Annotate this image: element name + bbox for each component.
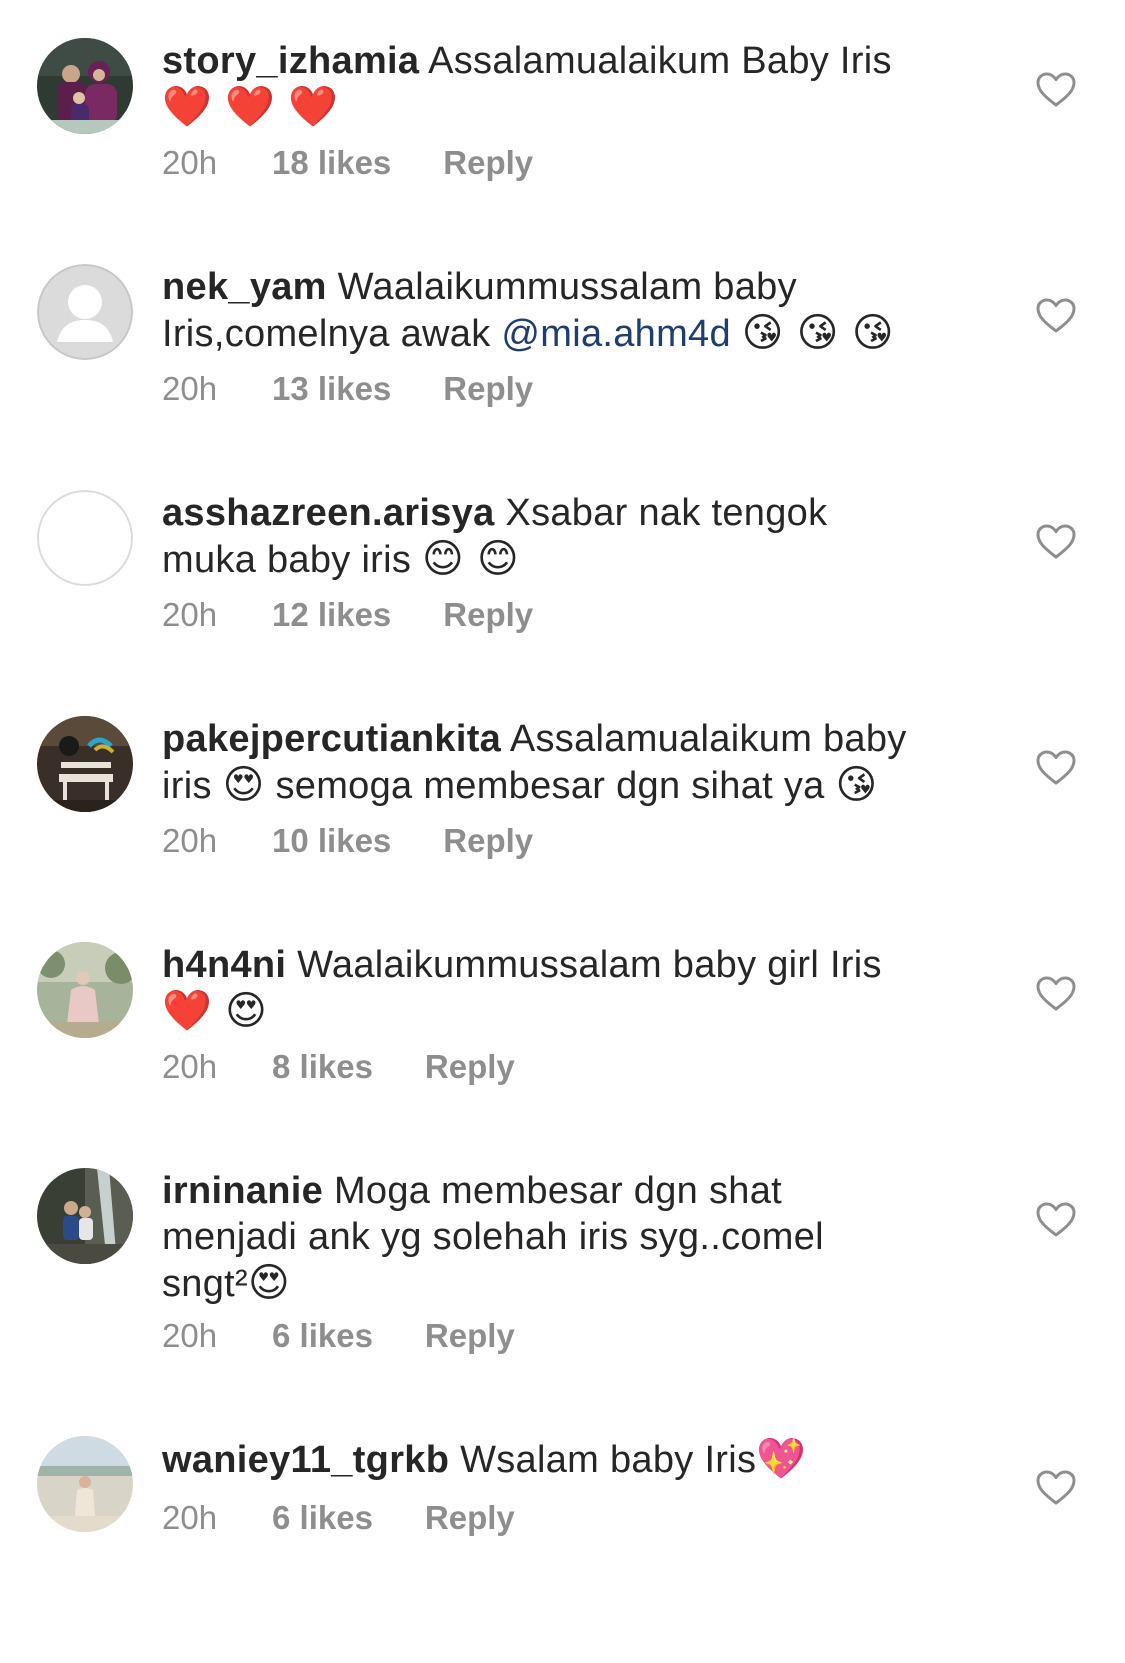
reply-button[interactable]: Reply	[443, 143, 533, 183]
comment-time: 20h	[162, 1499, 218, 1536]
comment-body: Waalaikummussalam baby girl Iris	[297, 944, 882, 986]
reply-button[interactable]: Reply	[443, 595, 533, 635]
comment-time: 20h	[162, 144, 218, 181]
comment-emoji: 😍	[247, 1260, 290, 1306]
avatar[interactable]	[37, 264, 133, 360]
comment-username[interactable]: waniey11_tgrkb	[162, 1439, 449, 1481]
comment-body: Xsabar nak tengok	[505, 492, 828, 534]
like-heart-icon[interactable]	[1036, 750, 1076, 786]
comment-username[interactable]: h4n4ni	[162, 944, 286, 986]
comment-username[interactable]: asshazreen.arisya	[162, 492, 495, 534]
comment-emoji: 💖	[756, 1436, 807, 1482]
comment-emoji: ❤️ ❤️ ❤️	[162, 84, 339, 130]
reply-button[interactable]: Reply	[425, 1498, 515, 1538]
comment-time: 20h	[162, 596, 218, 633]
comment-text: irninanie Moga membesar dgn shat menjadi…	[162, 1168, 972, 1307]
reply-button[interactable]: Reply	[443, 821, 533, 861]
comment-time: 20h	[162, 822, 218, 859]
reply-button[interactable]: Reply	[443, 369, 533, 409]
comment-meta: 20h 6 likes Reply	[162, 1498, 515, 1538]
avatar[interactable]	[37, 38, 133, 134]
mention-link[interactable]: @mia.ahm4d	[501, 313, 731, 355]
user-silhouette-icon	[37, 264, 133, 360]
comment-body: Wsalam baby Iris	[460, 1439, 757, 1481]
comment-meta: 20h 12 likes Reply	[162, 595, 533, 635]
comment-body-line3: sngt²	[162, 1263, 248, 1305]
comment-emoji: 😘 😘 😘	[741, 310, 894, 356]
comment-likes[interactable]: 12 likes	[272, 595, 391, 635]
comment-body: Waalaikummussalam baby	[337, 266, 797, 308]
comment-username[interactable]: pakejpercutiankita	[162, 718, 501, 760]
comment-meta: 20h 13 likes Reply	[162, 369, 533, 409]
comment-likes[interactable]: 8 likes	[272, 1047, 373, 1087]
comment-body-line2b: semoga membesar dgn sihat ya	[275, 765, 825, 807]
comment-body: Assalamualaikum baby	[509, 718, 907, 760]
comment-body: Moga membesar dgn shat	[333, 1170, 782, 1212]
like-heart-icon[interactable]	[1036, 1202, 1076, 1238]
like-heart-icon[interactable]	[1036, 1470, 1076, 1506]
comment-username[interactable]: nek_yam	[162, 266, 327, 308]
avatar[interactable]	[37, 1168, 133, 1264]
comment-likes[interactable]: 13 likes	[272, 369, 391, 409]
like-heart-icon[interactable]	[1036, 298, 1076, 334]
comment-emoji: 😘	[835, 762, 878, 808]
comment-likes[interactable]: 6 likes	[272, 1498, 373, 1538]
comment-text: h4n4ni Waalaikummussalam baby girl Iris …	[162, 942, 972, 1035]
reply-button[interactable]: Reply	[425, 1316, 515, 1356]
comment-time: 20h	[162, 370, 218, 407]
comment-text: pakejpercutiankita Assalamualaikum baby …	[162, 716, 972, 809]
comment-emoji: ❤️ 😍	[162, 988, 268, 1034]
avatar[interactable]	[37, 490, 133, 586]
comment-body-line2: Iris,comelnya awak	[162, 313, 491, 355]
comment-likes[interactable]: 18 likes	[272, 143, 391, 183]
comment-time: 20h	[162, 1317, 218, 1354]
comment-text: waniey11_tgrkb Wsalam baby Iris💖	[162, 1436, 972, 1483]
comment-meta: 20h 18 likes Reply	[162, 143, 533, 183]
comment-text: nek_yam Waalaikummussalam baby Iris,come…	[162, 264, 972, 357]
comment-text: story_izhamia Assalamualaikum Baby Iris …	[162, 38, 972, 131]
comment-likes[interactable]: 10 likes	[272, 821, 391, 861]
like-heart-icon[interactable]	[1036, 524, 1076, 560]
comment-username[interactable]: story_izhamia	[162, 40, 419, 82]
comment-time: 20h	[162, 1048, 218, 1085]
comment-body-line2: muka baby iris	[162, 539, 412, 581]
comment-body: Assalamualaikum Baby Iris	[428, 40, 892, 82]
comment-body-line2: menjadi ank yg solehah iris syg..comel	[162, 1216, 824, 1258]
avatar[interactable]	[37, 1436, 133, 1532]
comment-meta: 20h 8 likes Reply	[162, 1047, 515, 1087]
like-heart-icon[interactable]	[1036, 72, 1076, 108]
like-heart-icon[interactable]	[1036, 976, 1076, 1012]
comment-meta: 20h 10 likes Reply	[162, 821, 533, 861]
reply-button[interactable]: Reply	[425, 1047, 515, 1087]
comment-emoji: 😍	[222, 762, 265, 808]
comment-text: asshazreen.arisya Xsabar nak tengok muka…	[162, 490, 972, 583]
comment-likes[interactable]: 6 likes	[272, 1316, 373, 1356]
avatar[interactable]	[37, 716, 133, 812]
comment-body-line2a: iris	[162, 765, 212, 807]
comment-username[interactable]: irninanie	[162, 1170, 323, 1212]
avatar[interactable]	[37, 942, 133, 1038]
comment-meta: 20h 6 likes Reply	[162, 1316, 515, 1356]
comment-emoji: 😊 😊	[422, 536, 520, 582]
